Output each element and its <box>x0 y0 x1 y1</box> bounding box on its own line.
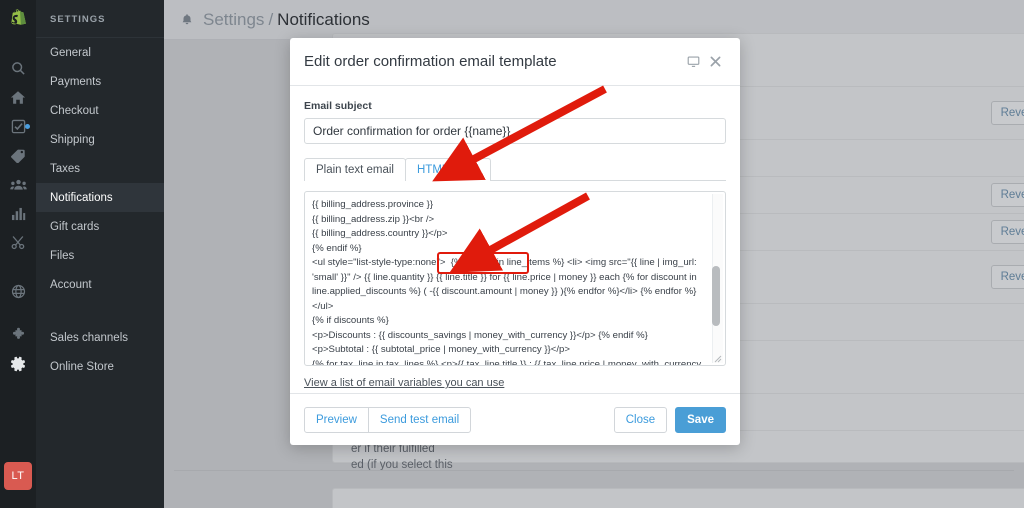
bell-icon <box>180 13 194 27</box>
settings-nav-heading: SETTINGS <box>50 14 106 25</box>
search-icon[interactable] <box>0 54 36 83</box>
modal-footer: Preview Send test email Close Save <box>290 393 740 445</box>
tab-plain-text-email[interactable]: Plain text email <box>304 158 406 181</box>
revert-to-default-button[interactable]: Revert to default <box>990 220 1024 244</box>
email-format-tabs: Plain text email HTML email <box>304 158 726 181</box>
code-scrollbar-track[interactable] <box>712 194 723 363</box>
settings-nav-secondary-items: Sales channels Online Store <box>36 323 164 381</box>
notification-description: er if their fulfilled ed (if you select … <box>351 443 453 471</box>
icon-rail: LT <box>0 0 36 508</box>
sidebar-item-label: Notifications <box>50 191 113 204</box>
screen-root: LT SETTINGS General Payments Checkout Shipp… <box>0 0 1024 508</box>
sidebar-item-online-store[interactable]: Online Store <box>36 352 164 381</box>
tab-html-email[interactable]: HTML email <box>404 158 491 181</box>
customers-icon[interactable] <box>0 170 36 199</box>
modal-title: Edit order confirmation email template <box>304 53 557 70</box>
footer-left-button-group: Preview Send test email <box>304 406 472 433</box>
monitor-icon[interactable] <box>682 51 704 73</box>
sidebar-item-label: Taxes <box>50 162 81 175</box>
html-email-code-editor[interactable]: {{ billing_address.province }} {{ billin… <box>304 191 726 366</box>
page-title: Notifications <box>277 9 370 29</box>
sidebar-item-label: Account <box>50 278 92 291</box>
sidebar-item-label: Online Store <box>50 360 114 373</box>
modal-header: Edit order confirmation email template <box>290 38 740 86</box>
shopify-logo[interactable] <box>0 0 36 40</box>
sidebar-item-label: Checkout <box>50 104 99 117</box>
products-tag-icon[interactable] <box>0 141 36 170</box>
settings-nav-items: General Payments Checkout Shipping Taxes Noti… <box>36 38 164 299</box>
sidebar-item-label: General <box>50 46 91 59</box>
section-divider <box>174 470 1014 471</box>
sidebar-item-label: Sales channels <box>50 331 128 344</box>
home-icon[interactable] <box>0 83 36 112</box>
puzzle-icon[interactable] <box>0 320 36 349</box>
code-scrollbar-thumb[interactable] <box>712 266 720 326</box>
edit-email-template-modal: Edit order confirmation email template E… <box>290 38 740 445</box>
close-button[interactable]: Close <box>613 406 668 433</box>
avatar[interactable]: LT <box>4 462 32 490</box>
orders-checkbox-icon[interactable] <box>0 112 36 141</box>
email-subject-input[interactable] <box>304 118 726 144</box>
settings-nav: SETTINGS General Payments Checkout Shipping… <box>36 0 164 508</box>
analytics-bars-icon[interactable] <box>0 199 36 228</box>
email-subject-label: Email subject <box>304 100 372 112</box>
sidebar-item-label: Gift cards <box>50 220 100 233</box>
sidebar-item-sales-channels[interactable]: Sales channels <box>36 323 164 352</box>
sidebar-item-label: Files <box>50 249 75 262</box>
close-icon[interactable] <box>704 51 726 73</box>
sidebar-item-checkout[interactable]: Checkout <box>36 96 164 125</box>
save-button[interactable]: Save <box>675 406 726 433</box>
html-email-code-value[interactable]: {{ billing_address.province }} {{ billin… <box>305 192 725 365</box>
revert-to-default-button[interactable]: Revert to default <box>990 183 1024 207</box>
sidebar-item-files[interactable]: Files <box>36 241 164 270</box>
sidebar-item-general[interactable]: General <box>36 38 164 67</box>
sidebar-item-label: Shipping <box>50 133 95 146</box>
send-test-email-button[interactable]: Send test email <box>367 406 472 433</box>
modal-body: Email subject Plain text email HTML emai… <box>290 86 740 391</box>
sidebar-item-account[interactable]: Account <box>36 270 164 299</box>
breadcrumb-parent[interactable]: Settings <box>203 10 264 30</box>
breadcrumb-separator: / <box>268 9 274 29</box>
line-title-highlight-box <box>437 252 529 274</box>
revert-to-default-button[interactable]: Revert to default <box>990 101 1024 125</box>
shopify-logo-icon <box>10 9 26 25</box>
discounts-scissors-icon[interactable] <box>0 228 36 257</box>
sidebar-item-payments[interactable]: Payments <box>36 67 164 96</box>
sidebar-item-shipping[interactable]: Shipping <box>36 125 164 154</box>
notifications-card-secondary <box>332 488 1024 508</box>
resize-grip-icon[interactable] <box>713 354 723 364</box>
avatar-initials: LT <box>11 470 25 482</box>
sidebar-item-gift-cards[interactable]: Gift cards <box>36 212 164 241</box>
apps-globe-icon[interactable] <box>0 277 36 306</box>
sidebar-item-notifications[interactable]: Notifications <box>36 183 164 212</box>
orders-badge-dot <box>25 124 30 129</box>
gear-icon[interactable] <box>0 349 36 378</box>
preview-button[interactable]: Preview <box>304 406 369 433</box>
sidebar-item-label: Payments <box>50 75 102 88</box>
sidebar-item-taxes[interactable]: Taxes <box>36 154 164 183</box>
email-variables-link[interactable]: View a list of email variables you can u… <box>304 377 504 389</box>
revert-to-default-button[interactable]: Revert to default <box>990 265 1024 289</box>
